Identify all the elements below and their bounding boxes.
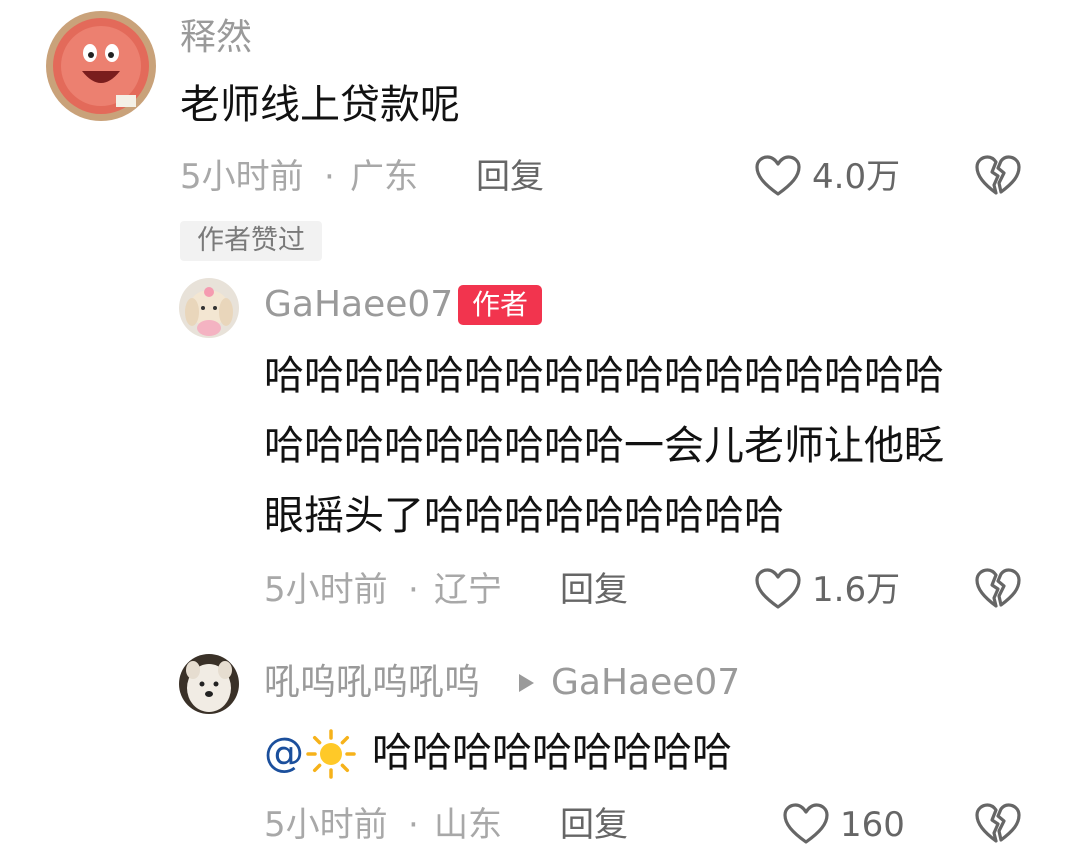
heart-outline-icon[interactable] — [754, 154, 802, 198]
reply-button[interactable]: 回复 — [476, 157, 544, 197]
comment-username[interactable]: 释然 — [180, 18, 252, 58]
comment-username[interactable]: 吼呜吼呜吼呜 — [264, 663, 480, 703]
reply-button[interactable]: 回复 — [560, 570, 628, 610]
author-tag: 作者 — [458, 285, 542, 325]
broken-heart-icon[interactable] — [974, 802, 1022, 846]
avatar[interactable] — [46, 11, 156, 121]
avatar[interactable] — [179, 654, 239, 714]
comment-location: 广东 — [350, 157, 418, 197]
meta-separator: · — [324, 157, 335, 197]
meta-separator: · — [408, 570, 419, 610]
comment-username[interactable]: GaHaee07 — [264, 285, 453, 325]
like-count: 4.0万 — [812, 157, 901, 197]
like-count: 1.6万 — [812, 570, 901, 610]
comment-text: 哈哈哈哈哈哈哈哈哈 — [372, 730, 732, 776]
comment-text: 老师线上贷款呢 — [180, 82, 460, 128]
heart-outline-icon[interactable] — [754, 567, 802, 611]
author-liked-badge: 作者赞过 — [180, 221, 322, 261]
like-count: 160 — [840, 805, 905, 845]
mention-link[interactable]: @ — [264, 719, 304, 787]
reply-to-username[interactable]: GaHaee07 — [551, 663, 740, 703]
comment-location: 山东 — [434, 805, 502, 845]
broken-heart-icon[interactable] — [974, 154, 1022, 198]
comment-text-line: 眼摇头了哈哈哈哈哈哈哈哈哈 — [264, 493, 784, 539]
comment-time: 5小时前 — [180, 157, 304, 197]
triangle-right-icon — [519, 674, 534, 692]
comment-location: 辽宁 — [434, 570, 502, 610]
comment-text-line: 哈哈哈哈哈哈哈哈哈一会儿老师让他眨 — [264, 423, 944, 469]
comment-text-line: 哈哈哈哈哈哈哈哈哈哈哈哈哈哈哈哈哈 — [264, 353, 944, 399]
reply-button[interactable]: 回复 — [560, 805, 628, 845]
broken-heart-icon[interactable] — [974, 567, 1022, 611]
avatar[interactable] — [179, 278, 239, 338]
comment-time: 5小时前 — [264, 805, 388, 845]
meta-separator: · — [408, 805, 419, 845]
heart-outline-icon[interactable] — [782, 802, 830, 846]
comment-time: 5小时前 — [264, 570, 388, 610]
sun-emoji-icon — [306, 729, 356, 779]
